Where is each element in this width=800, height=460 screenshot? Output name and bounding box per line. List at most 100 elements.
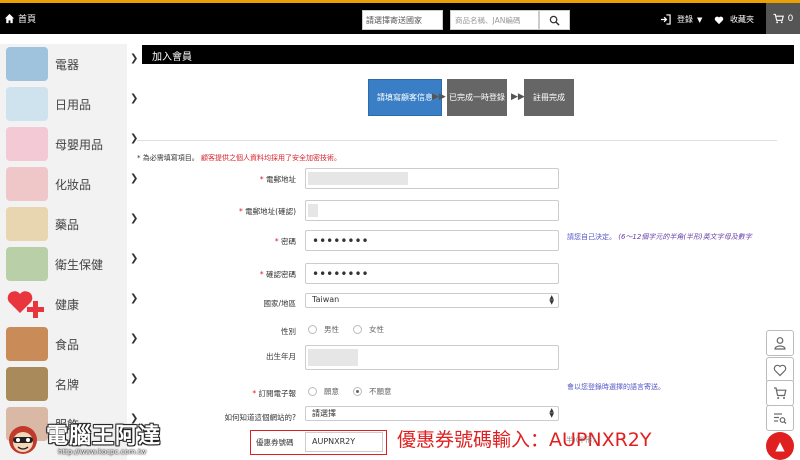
heart-outline-icon bbox=[773, 364, 787, 377]
heart-icon bbox=[714, 16, 724, 24]
chevron-right-icon[interactable]: ❯ bbox=[130, 253, 138, 264]
sidebar-item-daily-goods[interactable]: 日用品 bbox=[0, 84, 127, 124]
required-note: * 為必需填寫項目。 顧客提供之個人資料均採用了安全加密技術。 bbox=[137, 153, 341, 163]
confirm-password-label: * 確認密碼 bbox=[259, 270, 296, 279]
radio-button[interactable] bbox=[308, 325, 317, 334]
account-button[interactable] bbox=[766, 330, 794, 356]
gender-label: 性別 bbox=[281, 327, 296, 336]
sidebar-item-label: 健康 bbox=[55, 297, 80, 312]
email-label-text: 電郵地址 bbox=[266, 175, 296, 184]
top-bar: 首頁 請選擇寄送國家 商品名稱、JAN編碼 登錄 ▼ 收藏夾 0 bbox=[0, 0, 800, 34]
cart-float-button[interactable] bbox=[766, 380, 794, 406]
sidebar-item-brands[interactable]: 名牌 bbox=[0, 364, 127, 404]
chevron-right-icon[interactable]: ❯ bbox=[130, 373, 138, 384]
newsletter-yes-option[interactable]: 願意 bbox=[308, 386, 339, 397]
coupon-code-field[interactable]: AUPNXR2Y bbox=[305, 432, 383, 452]
page-title: 加入會員 bbox=[142, 45, 794, 64]
password-field[interactable]: •••••••• bbox=[305, 230, 559, 251]
mascot-logo-icon bbox=[9, 426, 37, 454]
email-confirm-field[interactable] bbox=[305, 200, 559, 221]
daily-goods-thumbnail bbox=[6, 87, 48, 121]
search-input[interactable]: 商品名稱、JAN編碼 bbox=[450, 10, 539, 30]
back-to-top-button[interactable]: ▲ bbox=[766, 432, 794, 460]
gender-male-option[interactable]: 男性 bbox=[308, 324, 339, 335]
step-temp-registered: 已完成一時登錄 bbox=[447, 79, 507, 116]
sidebar-item-medicine[interactable]: 藥品 bbox=[0, 204, 127, 244]
sidebar-item-label: 藥品 bbox=[55, 217, 80, 232]
newsletter-label-text: 訂閱電子報 bbox=[258, 389, 297, 398]
sidebar-item-cosmetics[interactable]: 化妝品 bbox=[0, 164, 127, 204]
step-complete: 註冊完成 bbox=[524, 79, 574, 116]
sidebar-item-appliances[interactable]: 電器 bbox=[0, 44, 127, 84]
site-watermark: 電腦王阿達 http://www.kocpc.com.tw bbox=[4, 416, 176, 458]
cart-button[interactable]: 0 bbox=[766, 3, 800, 34]
birthday-field[interactable] bbox=[305, 345, 559, 370]
select-arrows-icon: ▲ ▼ bbox=[549, 294, 554, 306]
chevron-right-icon[interactable]: ❯ bbox=[130, 53, 138, 64]
home-link[interactable]: 首頁 bbox=[4, 12, 36, 25]
sidebar-item-label: 名牌 bbox=[55, 377, 80, 392]
chevron-right-icon[interactable]: ❯ bbox=[130, 93, 138, 104]
referral-select[interactable]: 請選擇 ▲ ▼ bbox=[305, 406, 559, 421]
radio-button-selected[interactable] bbox=[353, 387, 362, 396]
history-float-button[interactable] bbox=[766, 405, 794, 431]
radio-button[interactable] bbox=[308, 387, 317, 396]
gender-female-option[interactable]: 女性 bbox=[353, 324, 384, 335]
heart-plus-icon bbox=[7, 291, 44, 318]
hygiene-thumbnail bbox=[6, 247, 48, 281]
sidebar-item-label: 母嬰用品 bbox=[55, 137, 104, 152]
coupon-annotation: 優惠券號碼輸入：AUPNXR2Y bbox=[397, 429, 652, 451]
blurred-value bbox=[308, 204, 318, 217]
login-menu[interactable]: 登錄 ▼ bbox=[660, 14, 702, 25]
gender-male-label: 男性 bbox=[324, 325, 339, 334]
gender-female-label: 女性 bbox=[369, 325, 384, 334]
watermark-url: http://www.kocpc.com.tw bbox=[58, 448, 147, 456]
category-sidebar: 電器 日用品 母嬰用品 化妝品 藥品 衛生保健 健康 食品 名牌 服飾 bbox=[0, 44, 127, 460]
blurred-value bbox=[308, 172, 408, 185]
newsletter-no-option[interactable]: 不願意 bbox=[353, 386, 392, 397]
home-label: 首頁 bbox=[18, 15, 37, 25]
required-note-text: * 為必需填寫項目。 bbox=[137, 154, 199, 162]
password-label-text: 密碼 bbox=[281, 237, 296, 246]
email-confirm-label-text: 電郵地址(確認) bbox=[245, 207, 296, 216]
country-value: Taiwan bbox=[312, 295, 340, 304]
blurred-value bbox=[308, 349, 358, 366]
sidebar-item-label: 日用品 bbox=[55, 97, 92, 112]
sidebar-item-label: 衛生保健 bbox=[55, 257, 104, 272]
password-label: * 密碼 bbox=[274, 237, 296, 246]
password-hint-prefix: 請您自己決定。 bbox=[567, 233, 616, 241]
appliances-thumbnail bbox=[6, 47, 48, 81]
newsletter-label: * 訂閱電子報 bbox=[252, 389, 297, 398]
sidebar-item-hygiene[interactable]: 衛生保健 bbox=[0, 244, 127, 284]
search-button[interactable] bbox=[539, 10, 570, 30]
health-thumbnail bbox=[6, 287, 48, 321]
home-icon bbox=[4, 13, 15, 24]
radio-button[interactable] bbox=[353, 325, 362, 334]
confirm-password-field[interactable]: •••••••• bbox=[305, 263, 559, 284]
password-hint-rule: (6～12個字元的半角(半形)英文字母及數字 bbox=[618, 233, 752, 241]
sidebar-item-food[interactable]: 食品 bbox=[0, 324, 127, 364]
step-arrow-icon: ▶▶ bbox=[511, 92, 525, 102]
favorites-link[interactable]: 收藏夾 bbox=[714, 14, 754, 25]
email-field[interactable] bbox=[305, 168, 559, 189]
sidebar-item-label: 食品 bbox=[55, 337, 80, 352]
chevron-up-icon: ▲ bbox=[775, 439, 785, 453]
divider bbox=[137, 140, 777, 141]
birthday-label: 出生年月 bbox=[266, 352, 296, 361]
email-confirm-label: * 電郵地址(確認) bbox=[239, 207, 296, 216]
search-icon bbox=[549, 15, 560, 26]
select-arrows-icon: ▲ ▼ bbox=[549, 407, 554, 419]
chevron-right-icon[interactable]: ❯ bbox=[130, 133, 138, 144]
encryption-note: 顧客提供之個人資料均採用了安全加密技術。 bbox=[200, 154, 341, 162]
sidebar-item-health[interactable]: 健康 bbox=[0, 284, 127, 324]
ship-country-select[interactable]: 請選擇寄送國家 bbox=[362, 10, 443, 30]
referral-value: 請選擇 bbox=[312, 409, 336, 418]
newsletter-no-label: 不願意 bbox=[369, 387, 392, 396]
medicine-thumbnail bbox=[6, 207, 48, 241]
country-select[interactable]: Taiwan ▲ ▼ bbox=[305, 293, 559, 308]
sidebar-item-baby[interactable]: 母嬰用品 bbox=[0, 124, 127, 164]
login-label: 登錄 bbox=[677, 15, 693, 24]
email-label: * 電郵地址 bbox=[259, 175, 296, 184]
food-thumbnail bbox=[6, 327, 48, 361]
login-icon bbox=[660, 14, 671, 25]
